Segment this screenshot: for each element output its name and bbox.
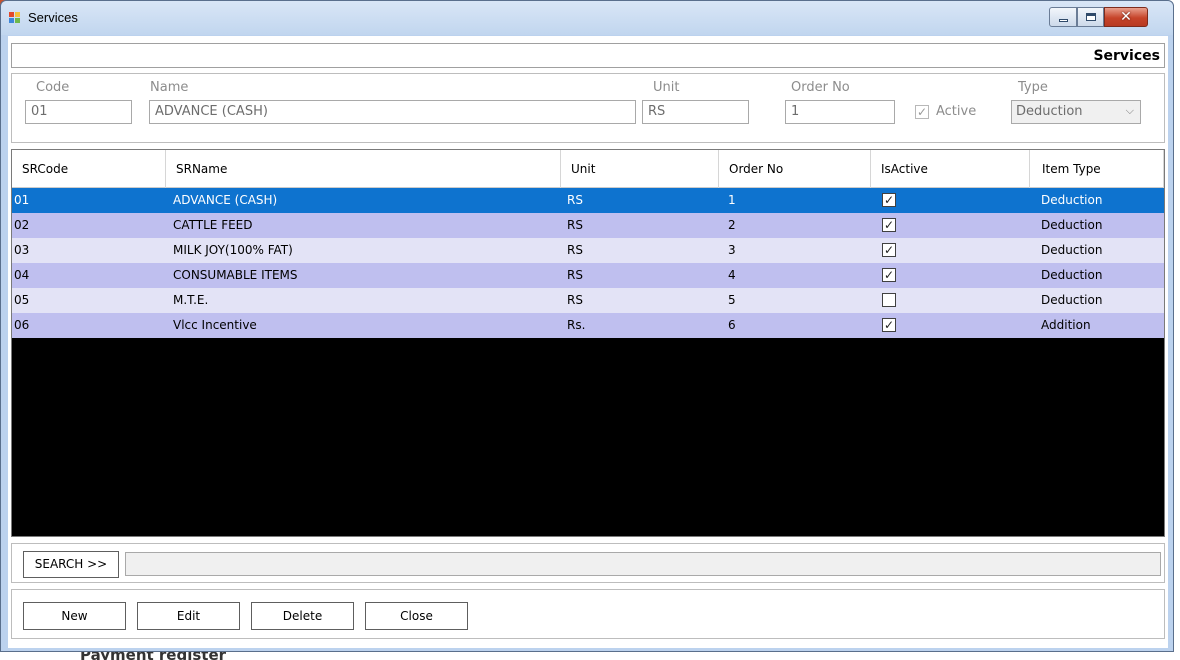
cell-unit: RS — [567, 293, 583, 307]
cell-srcode: 04 — [14, 268, 30, 282]
cell-unit: Rs. — [567, 318, 586, 332]
services-grid[interactable]: SRCode SRName Unit Order No IsActive Ite… — [11, 149, 1165, 537]
table-row[interactable]: 02 CATTLE FEED RS 2 ✓ Deduction — [12, 213, 1164, 238]
cell-srname: M.T.E. — [173, 293, 209, 307]
table-row[interactable]: 06 Vlcc Incentive Rs. 6 ✓ Addition — [12, 313, 1164, 338]
column-header-isactive[interactable]: IsActive — [871, 150, 1030, 188]
close-icon: ✕ — [1120, 9, 1132, 25]
isactive-checkbox[interactable]: ✓ — [882, 318, 896, 332]
search-input[interactable] — [125, 552, 1161, 576]
window-title: Services — [28, 10, 78, 25]
table-row[interactable]: 01 ADVANCE (CASH) RS 1 ✓ Deduction — [12, 188, 1164, 213]
cell-item-type: Addition — [1041, 318, 1091, 332]
cell-unit: RS — [567, 243, 583, 257]
column-header-srname[interactable]: SRName — [166, 150, 561, 188]
cell-srname: ADVANCE (CASH) — [173, 193, 278, 207]
cell-unit: RS — [567, 268, 583, 282]
isactive-checkbox[interactable]: ✓ — [882, 243, 896, 257]
cell-srname: CONSUMABLE ITEMS — [173, 268, 298, 282]
cell-item-type: Deduction — [1041, 193, 1103, 207]
cell-item-type: Deduction — [1041, 218, 1103, 232]
cell-unit: RS — [567, 193, 583, 207]
window-app-icon[interactable] — [9, 12, 21, 24]
isactive-checkbox[interactable]: ✓ — [882, 268, 896, 282]
cell-srcode: 01 — [14, 193, 30, 207]
cell-unit: RS — [567, 218, 583, 232]
name-field[interactable]: ADVANCE (CASH) — [149, 100, 636, 124]
close-window-button[interactable]: ✕ — [1104, 7, 1148, 27]
edit-button[interactable]: Edit — [137, 602, 240, 630]
order-no-field[interactable]: 1 — [785, 100, 895, 124]
cell-order-no: 5 — [728, 293, 736, 307]
cell-item-type: Deduction — [1041, 268, 1103, 282]
page-title: Services — [1093, 48, 1160, 64]
delete-button[interactable]: Delete — [251, 602, 354, 630]
action-buttons-panel: New Edit Delete Close — [11, 589, 1165, 639]
cell-order-no: 3 — [728, 243, 736, 257]
cell-item-type: Deduction — [1041, 243, 1103, 257]
cell-order-no: 1 — [728, 193, 736, 207]
chevron-down-icon[interactable]: ⌵ — [1126, 104, 1134, 118]
search-button[interactable]: SEARCH >> — [23, 551, 119, 578]
active-label[interactable]: Active — [936, 104, 976, 119]
unit-label: Unit — [653, 80, 680, 95]
table-row[interactable]: 03 MILK JOY(100% FAT) RS 3 ✓ Deduction — [12, 238, 1164, 263]
cell-srcode: 03 — [14, 243, 30, 257]
check-icon: ✓ — [916, 105, 928, 119]
active-checkbox[interactable]: ✓ — [915, 105, 929, 119]
cell-srname: MILK JOY(100% FAT) — [173, 243, 293, 257]
column-header-unit[interactable]: Unit — [561, 150, 719, 188]
isactive-checkbox[interactable]: ✓ — [882, 218, 896, 232]
edit-form-panel: Code 01 Name ADVANCE (CASH) Unit RS Orde… — [11, 73, 1165, 143]
table-row[interactable]: 04 CONSUMABLE ITEMS RS 4 ✓ Deduction — [12, 263, 1164, 288]
cell-srname: Vlcc Incentive — [173, 318, 257, 332]
table-row[interactable]: 05 M.T.E. RS 5 Deduction — [12, 288, 1164, 313]
search-panel: SEARCH >> — [11, 543, 1165, 583]
type-select[interactable]: Deduction ⌵ — [1011, 100, 1141, 124]
minimize-icon — [1059, 19, 1068, 22]
type-label: Type — [1018, 80, 1048, 95]
column-header-item-type[interactable]: Item Type — [1030, 150, 1164, 188]
cell-order-no: 4 — [728, 268, 736, 282]
column-header-srcode[interactable]: SRCode — [12, 150, 166, 188]
isactive-checkbox[interactable]: ✓ — [882, 193, 896, 207]
code-field[interactable]: 01 — [25, 100, 132, 124]
cell-srcode: 02 — [14, 218, 30, 232]
grid-header: SRCode SRName Unit Order No IsActive Ite… — [12, 150, 1164, 188]
maximize-button[interactable] — [1077, 7, 1104, 27]
title-bar[interactable]: Services ✕ — [1, 1, 1173, 35]
cell-srcode: 06 — [14, 318, 30, 332]
minimize-button[interactable] — [1049, 7, 1077, 27]
cell-order-no: 6 — [728, 318, 736, 332]
code-label: Code — [36, 80, 70, 95]
services-window: Services ✕ Services Code 01 Name ADVANCE… — [0, 0, 1174, 652]
unit-field[interactable]: RS — [642, 100, 749, 124]
maximize-icon — [1086, 13, 1096, 21]
order-no-label: Order No — [791, 80, 850, 95]
header-strip: Services — [11, 43, 1165, 68]
window-client-area: Services Code 01 Name ADVANCE (CASH) Uni… — [8, 36, 1168, 648]
name-label: Name — [150, 80, 189, 95]
new-button[interactable]: New — [23, 602, 126, 630]
cell-order-no: 2 — [728, 218, 736, 232]
cell-srcode: 05 — [14, 293, 30, 307]
close-button[interactable]: Close — [365, 602, 468, 630]
isactive-checkbox[interactable] — [882, 293, 896, 307]
column-header-order-no[interactable]: Order No — [719, 150, 871, 188]
cell-item-type: Deduction — [1041, 293, 1103, 307]
cell-srname: CATTLE FEED — [173, 218, 253, 232]
type-select-value: Deduction — [1016, 104, 1083, 119]
